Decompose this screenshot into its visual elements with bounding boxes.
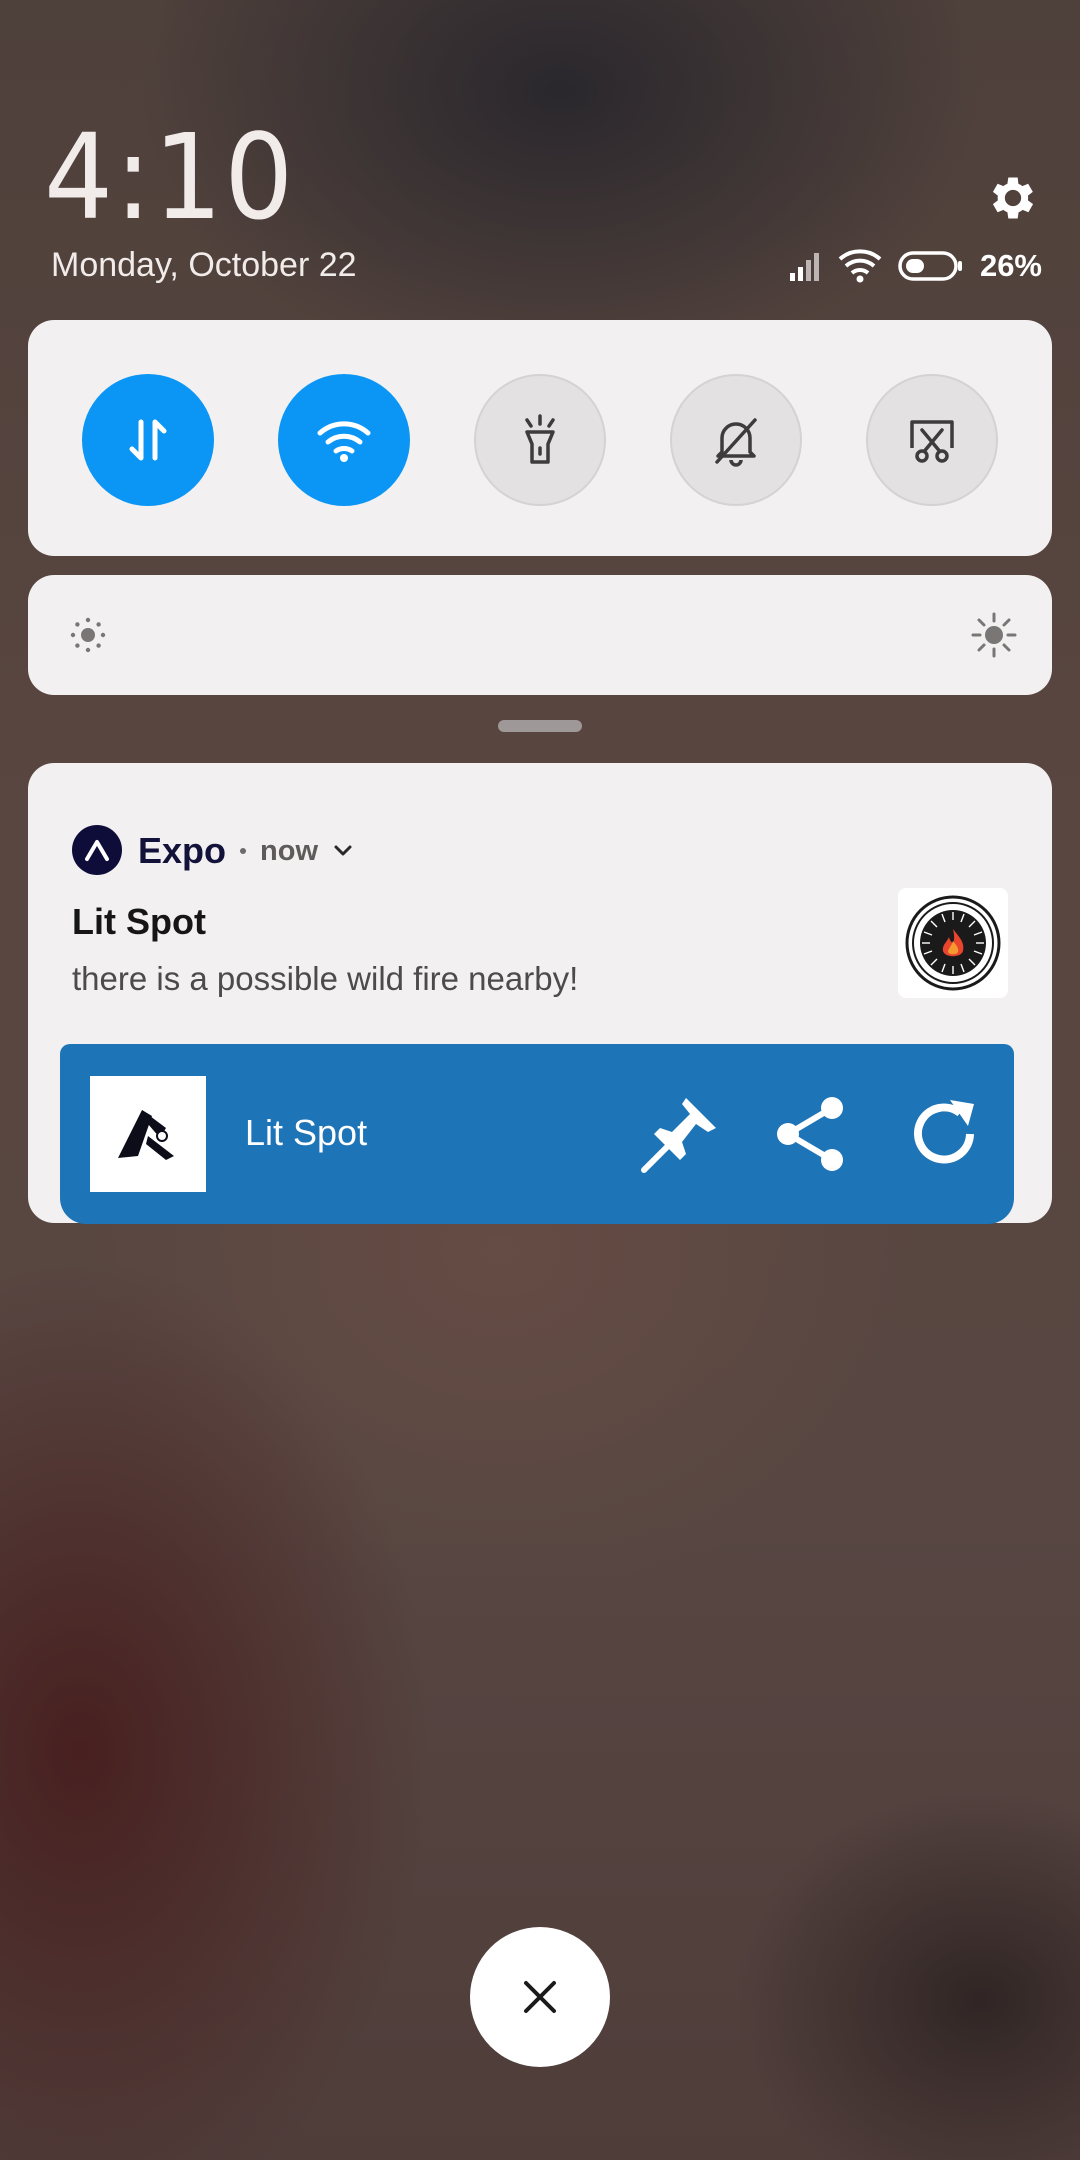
notification-body: there is a possible wild fire nearby! xyxy=(72,960,579,997)
lit-spot-logo xyxy=(90,1076,206,1192)
notification-time: now xyxy=(260,834,319,867)
brightness-slider[interactable] xyxy=(28,575,1052,695)
data-toggle[interactable] xyxy=(82,374,214,506)
data-transfer-icon xyxy=(129,419,167,461)
expo-logo-icon xyxy=(85,840,109,861)
separator-dot xyxy=(240,848,247,854)
clock: 4:10 xyxy=(44,108,296,246)
battery-percent: 26% xyxy=(979,248,1042,283)
brightness-high-icon xyxy=(971,612,1017,658)
mute-bell-icon xyxy=(715,418,757,467)
mute-toggle[interactable] xyxy=(670,374,802,506)
refresh-button[interactable] xyxy=(896,1086,992,1182)
notification-action-bar: Lit Spot xyxy=(60,1044,1014,1224)
date: Monday, October 22 xyxy=(51,246,357,284)
refresh-icon xyxy=(914,1100,974,1164)
lit-spot-logo-icon xyxy=(118,1110,174,1160)
screenshot-icon xyxy=(910,420,954,463)
notification-header[interactable]: Expo now xyxy=(138,827,354,875)
notification-title: Lit Spot xyxy=(72,901,206,942)
share-icon xyxy=(777,1097,843,1171)
app-name: Expo xyxy=(138,830,227,871)
clear-all-button[interactable] xyxy=(470,1927,610,2067)
battery-icon xyxy=(898,251,962,281)
wifi-toggle[interactable] xyxy=(278,374,410,506)
action-bar-title: Lit Spot xyxy=(245,1112,368,1153)
flashlight-toggle[interactable] xyxy=(474,374,606,506)
cellular-signal-icon xyxy=(789,253,819,281)
notification-thumbnail xyxy=(898,888,1008,998)
status-bar: 26% xyxy=(788,246,1042,286)
settings-gear-icon[interactable] xyxy=(985,170,1041,226)
chevron-down-icon[interactable] xyxy=(332,840,354,862)
expo-app-icon xyxy=(72,825,122,875)
screenshot-toggle[interactable] xyxy=(866,374,998,506)
brightness-low-icon xyxy=(70,617,106,653)
flashlight-icon xyxy=(525,414,555,464)
close-icon xyxy=(524,1981,556,2013)
fire-badge-icon xyxy=(905,895,1001,991)
notification-card[interactable]: Expo now Lit Spot there is a possible wi… xyxy=(28,763,1052,1224)
share-button[interactable] xyxy=(764,1086,860,1182)
quick-toggles-panel xyxy=(28,320,1052,556)
wifi-icon xyxy=(317,421,371,462)
pin-icon xyxy=(641,1098,716,1173)
pin-button[interactable] xyxy=(632,1086,728,1182)
panel-drag-handle[interactable] xyxy=(498,720,582,732)
wifi-status-icon xyxy=(838,249,882,283)
